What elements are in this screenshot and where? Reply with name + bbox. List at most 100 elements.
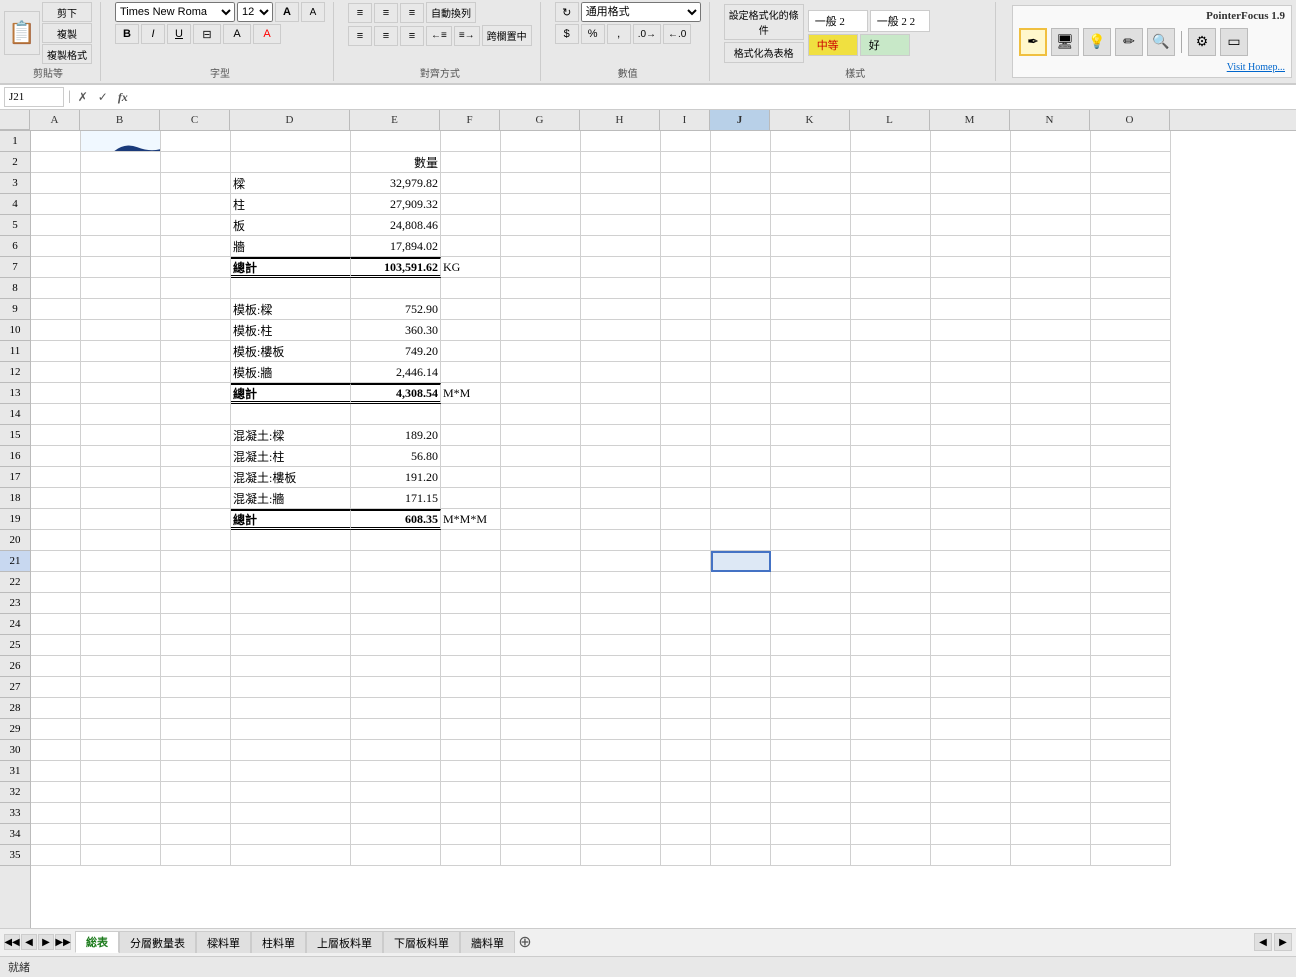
cell-B2[interactable] xyxy=(81,152,161,173)
cell-O20[interactable] xyxy=(1091,530,1171,551)
percent-button[interactable]: % xyxy=(581,24,605,44)
cell-K16[interactable] xyxy=(771,446,851,467)
cell-I10[interactable] xyxy=(661,320,711,341)
cell-A10[interactable] xyxy=(31,320,81,341)
cell-D5[interactable]: 板 xyxy=(231,215,351,236)
cell-H1[interactable] xyxy=(581,131,661,152)
cell-K14[interactable] xyxy=(771,404,851,425)
cell-C13[interactable] xyxy=(161,383,231,404)
formula-input[interactable] xyxy=(135,91,1292,103)
cell-F14[interactable] xyxy=(441,404,501,425)
cell-I12[interactable] xyxy=(661,362,711,383)
cell-H19[interactable] xyxy=(581,509,661,530)
cell-N3[interactable] xyxy=(1011,173,1091,194)
cell-I8[interactable] xyxy=(661,278,711,299)
cell-M12[interactable] xyxy=(931,362,1011,383)
sheet-tab-qiang[interactable]: 牆料單 xyxy=(460,931,515,953)
cell-H17[interactable] xyxy=(581,467,661,488)
cell-J17[interactable] xyxy=(711,467,771,488)
add-sheet-button[interactable]: ⊕ xyxy=(515,932,535,952)
col-header-C[interactable]: C xyxy=(160,110,230,130)
cell-E5[interactable]: 24,808.46 xyxy=(351,215,441,236)
cell-I15[interactable] xyxy=(661,425,711,446)
sheet-tab-fenceng[interactable]: 分層數量表 xyxy=(119,931,196,953)
bold-button[interactable]: B xyxy=(115,24,139,44)
cell-F8[interactable] xyxy=(441,278,501,299)
cell-C3[interactable] xyxy=(161,173,231,194)
row-header-22[interactable]: 22 xyxy=(0,572,30,593)
cell-D9[interactable]: 模板:樑 xyxy=(231,299,351,320)
currency-button[interactable]: $ xyxy=(555,24,579,44)
auto-wrap-button[interactable]: 自動換列 xyxy=(426,2,476,23)
cell-B15[interactable] xyxy=(81,425,161,446)
increase-font-button[interactable]: A xyxy=(275,2,299,22)
cell-M13[interactable] xyxy=(931,383,1011,404)
cell-J11[interactable] xyxy=(711,341,771,362)
cell-C2[interactable] xyxy=(161,152,231,173)
cell-F7[interactable]: KG xyxy=(441,257,501,278)
align-center-button[interactable]: ≡ xyxy=(374,26,398,46)
pf-icon-rect[interactable]: ▭ xyxy=(1220,28,1248,56)
cell-G18[interactable] xyxy=(501,488,581,509)
cell-M10[interactable] xyxy=(931,320,1011,341)
cell-F4[interactable] xyxy=(441,194,501,215)
cell-G8[interactable] xyxy=(501,278,581,299)
cell-A4[interactable] xyxy=(31,194,81,215)
cell-F20[interactable] xyxy=(441,530,501,551)
cell-L10[interactable] xyxy=(851,320,931,341)
cell-E19[interactable]: 608.35 xyxy=(351,509,441,530)
cell-E17[interactable]: 191.20 xyxy=(351,467,441,488)
cell-G4[interactable] xyxy=(501,194,581,215)
cell-D10[interactable]: 模板:柱 xyxy=(231,320,351,341)
cell-C1[interactable] xyxy=(161,131,231,152)
border-button[interactable]: ⊟ xyxy=(193,24,221,44)
cell-B10[interactable] xyxy=(81,320,161,341)
cell-I19[interactable] xyxy=(661,509,711,530)
cell-A12[interactable] xyxy=(31,362,81,383)
cell-O5[interactable] xyxy=(1091,215,1171,236)
cell-O12[interactable] xyxy=(1091,362,1171,383)
cell-N15[interactable] xyxy=(1011,425,1091,446)
cell-B5[interactable] xyxy=(81,215,161,236)
number-format-select[interactable]: 通用格式 xyxy=(581,2,701,22)
tab-nav-first[interactable]: ◀◀ xyxy=(4,934,20,950)
cell-I21[interactable] xyxy=(661,551,711,572)
row-header-20[interactable]: 20 xyxy=(0,530,30,551)
cell-G17[interactable] xyxy=(501,467,581,488)
col-header-I[interactable]: I xyxy=(660,110,710,130)
row-header-3[interactable]: 3 xyxy=(0,173,30,194)
col-header-D[interactable]: D xyxy=(230,110,350,130)
cell-A3[interactable] xyxy=(31,173,81,194)
cell-B17[interactable] xyxy=(81,467,161,488)
cell-C8[interactable] xyxy=(161,278,231,299)
cell-D19[interactable]: 總計 xyxy=(231,509,351,530)
sheet-tab-shangban[interactable]: 上層板料單 xyxy=(306,931,383,953)
cell-H13[interactable] xyxy=(581,383,661,404)
align-middle-button[interactable]: ≡ xyxy=(374,3,398,23)
cell-M16[interactable] xyxy=(931,446,1011,467)
cell-L7[interactable] xyxy=(851,257,931,278)
cell-K21[interactable] xyxy=(771,551,851,572)
cell-J21[interactable] xyxy=(711,551,771,572)
cell-F21[interactable] xyxy=(441,551,501,572)
cell-D21[interactable] xyxy=(231,551,351,572)
cell-A18[interactable] xyxy=(31,488,81,509)
cell-L3[interactable] xyxy=(851,173,931,194)
row-header-35[interactable]: 35 xyxy=(0,845,30,866)
col-header-N[interactable]: N xyxy=(1010,110,1090,130)
cell-D17[interactable]: 混凝土:樓板 xyxy=(231,467,351,488)
row-header-7[interactable]: 7 xyxy=(0,257,30,278)
cell-F3[interactable] xyxy=(441,173,501,194)
cell-N11[interactable] xyxy=(1011,341,1091,362)
cell-I1[interactable] xyxy=(661,131,711,152)
cell-O14[interactable] xyxy=(1091,404,1171,425)
cell-K10[interactable] xyxy=(771,320,851,341)
cell-J1[interactable] xyxy=(711,131,771,152)
col-header-B[interactable]: B xyxy=(80,110,160,130)
cell-L9[interactable] xyxy=(851,299,931,320)
cell-G20[interactable] xyxy=(501,530,581,551)
cell-C14[interactable] xyxy=(161,404,231,425)
cell-O11[interactable] xyxy=(1091,341,1171,362)
align-top-button[interactable]: ≡ xyxy=(348,3,372,23)
cell-D4[interactable]: 柱 xyxy=(231,194,351,215)
